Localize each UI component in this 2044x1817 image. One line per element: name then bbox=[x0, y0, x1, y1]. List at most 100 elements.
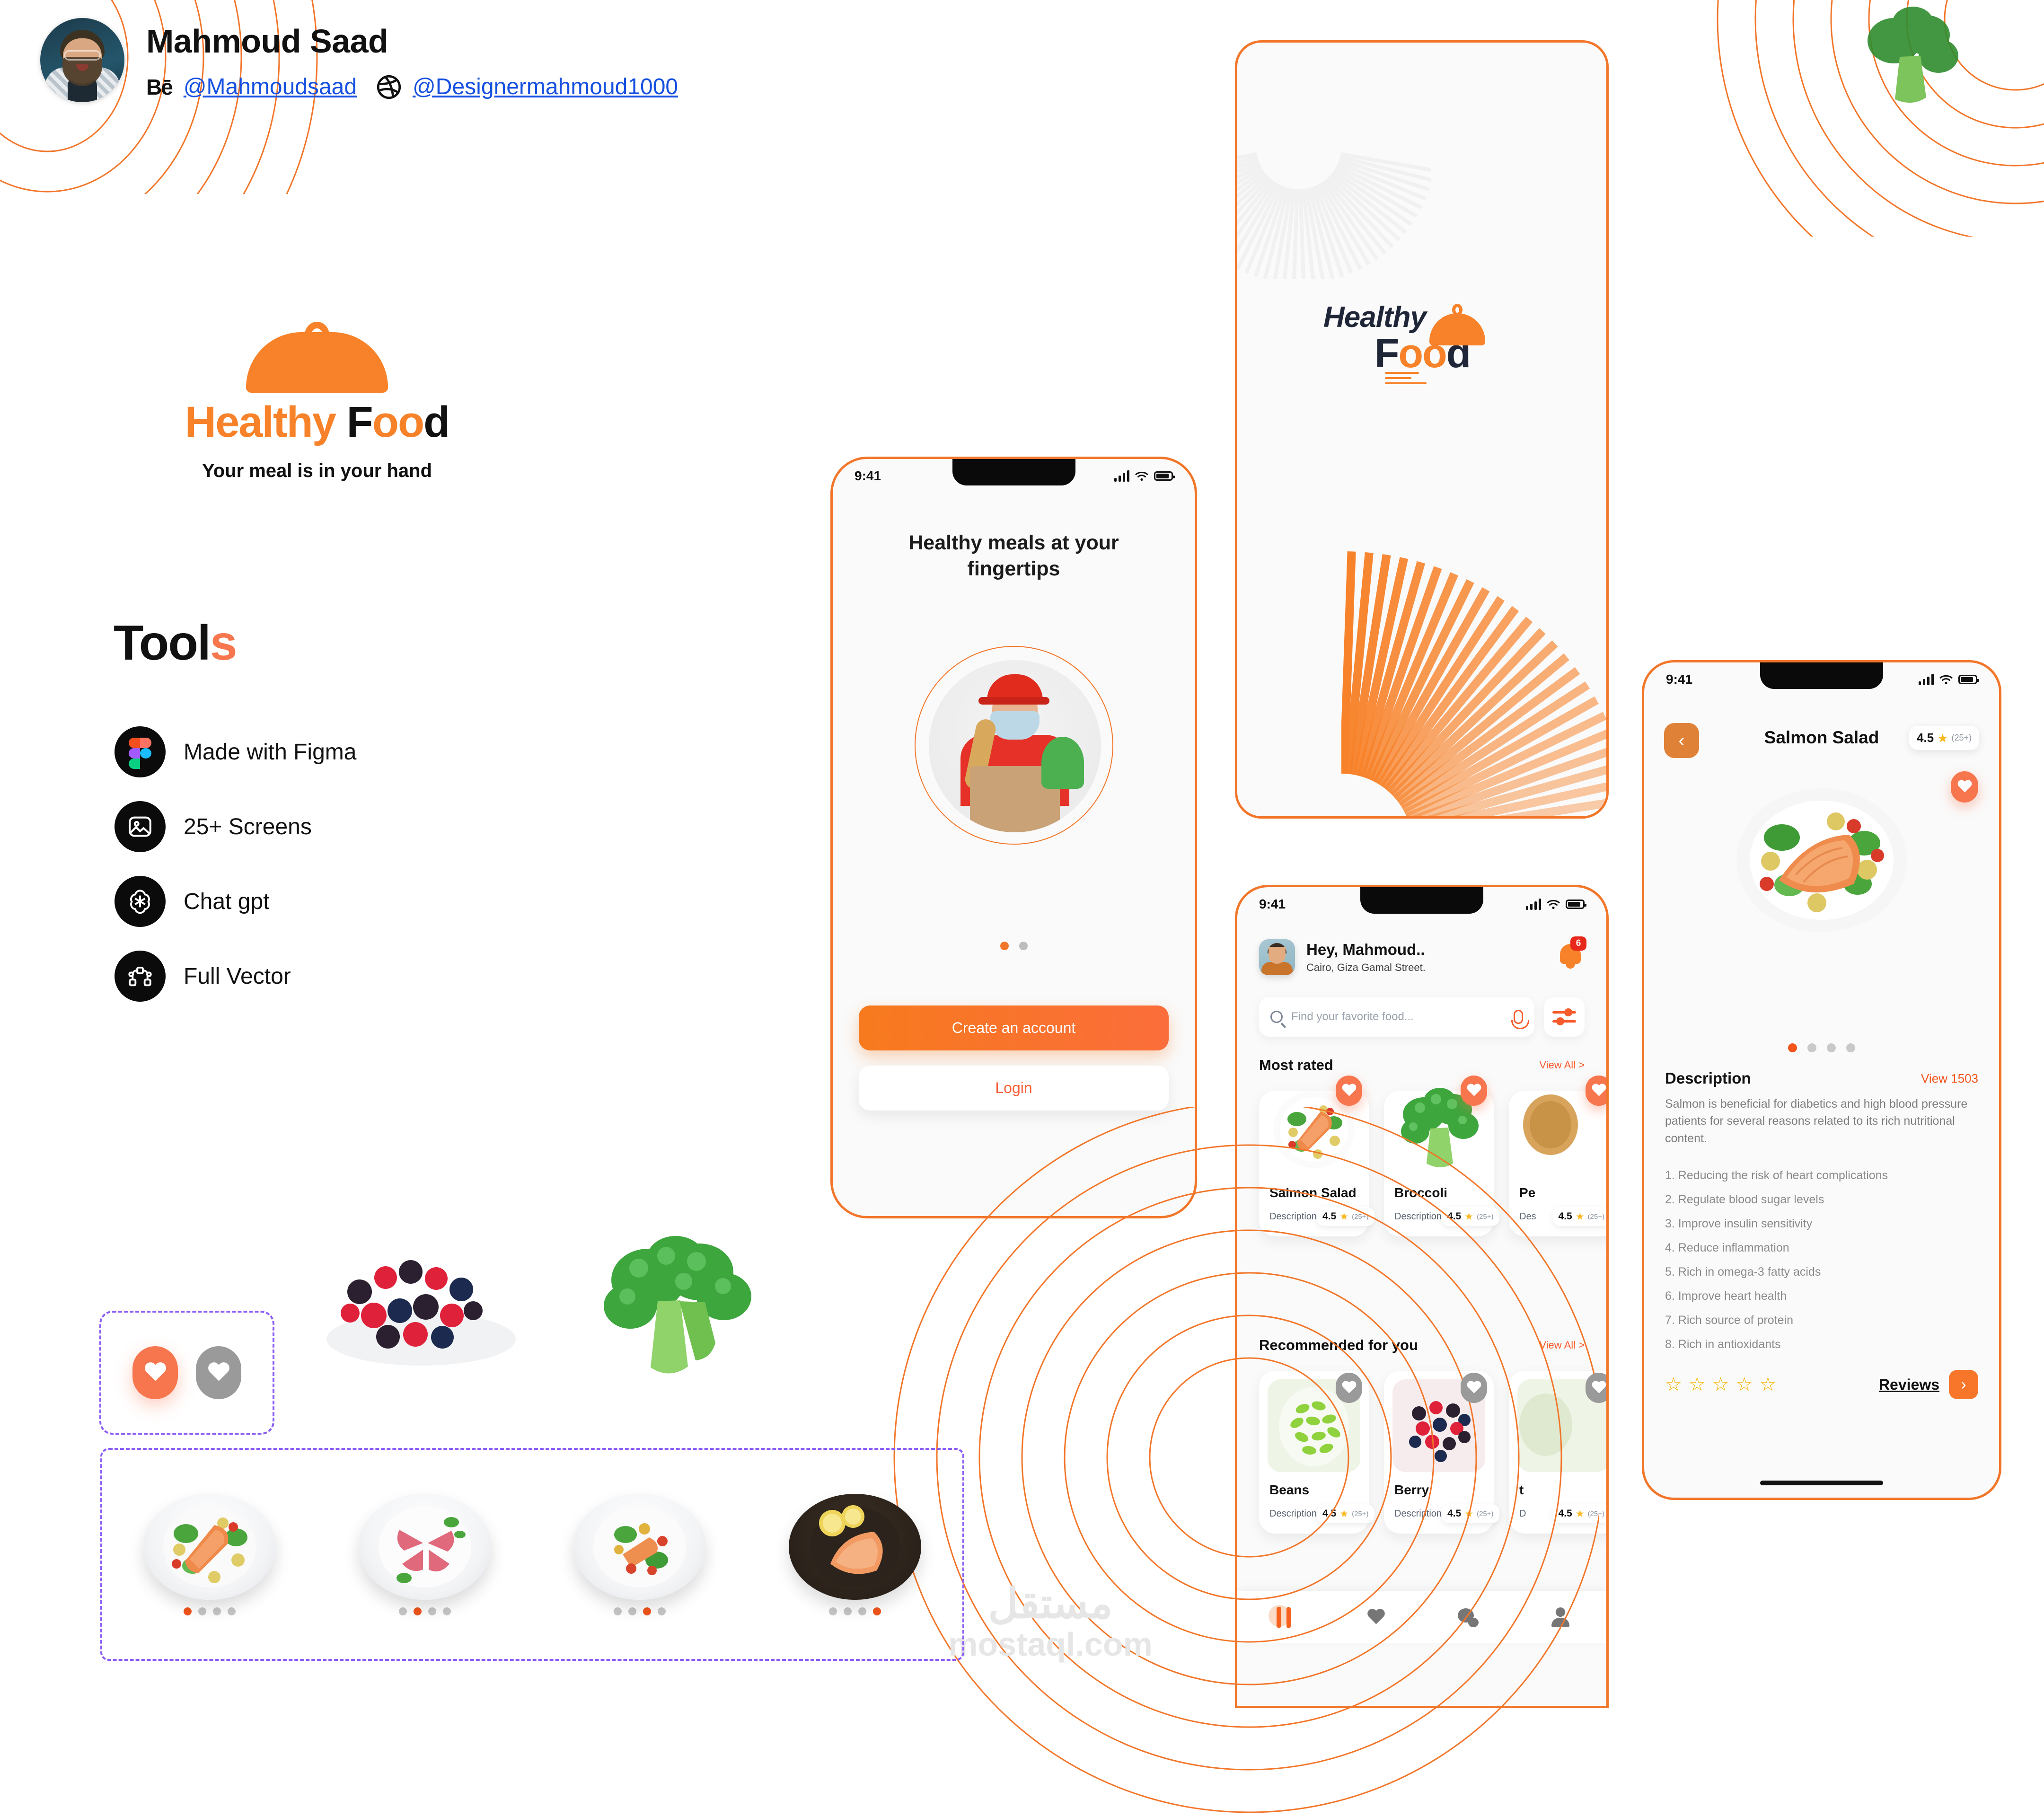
star-outline-icon[interactable]: ☆ bbox=[1665, 1374, 1682, 1395]
onboarding-illustration-ring bbox=[914, 646, 1113, 845]
search-input[interactable]: Find your favorite food... bbox=[1259, 997, 1534, 1037]
filter-button[interactable] bbox=[1544, 997, 1585, 1037]
tool-item-vector: Full Vector bbox=[115, 939, 356, 1014]
favorite-button[interactable] bbox=[1461, 1373, 1487, 1403]
tools-heading-accent: s bbox=[210, 616, 238, 670]
benefits-list: 1. Reducing the risk of heart complicati… bbox=[1665, 1169, 1978, 1362]
dribbble-handle-link[interactable]: @Designermahmoud1000 bbox=[413, 74, 678, 100]
status-bar: 9:41 bbox=[1237, 895, 1606, 914]
filter-icon-line-bottom bbox=[1552, 1017, 1576, 1025]
decorative-rings-top-right bbox=[1717, 0, 2044, 237]
battery-icon bbox=[1958, 675, 1979, 684]
image-icon bbox=[115, 801, 166, 852]
ray-fan-decoration-orange bbox=[1341, 551, 1606, 816]
chevron-right-icon[interactable]: › bbox=[1949, 1370, 1978, 1399]
signal-icon bbox=[1114, 470, 1129, 482]
courier-illustration bbox=[928, 660, 1101, 832]
splash-logo-food: Food bbox=[1299, 304, 1545, 384]
mixed-salad-plate bbox=[573, 1493, 706, 1600]
list-item: 3. Improve insulin sensitivity bbox=[1665, 1217, 1813, 1230]
list-item: 1. Reducing the risk of heart complicati… bbox=[1665, 1169, 1888, 1182]
status-time: 9:41 bbox=[855, 468, 881, 483]
behance-handle-link[interactable]: @Mahmoudsaad bbox=[184, 74, 357, 100]
user-avatar[interactable] bbox=[1259, 939, 1295, 975]
tool-item-chatgpt: Chat gpt bbox=[115, 864, 356, 939]
notification-badge: 6 bbox=[1570, 936, 1586, 951]
list-item: 6. Improve heart health bbox=[1665, 1289, 1787, 1303]
brand-tagline: Your meal is in your hand bbox=[202, 460, 432, 481]
rating-count: (25+) bbox=[1951, 733, 1972, 742]
microphone-icon[interactable] bbox=[1511, 1010, 1529, 1029]
broccoli-decoration-top bbox=[1857, 7, 1961, 106]
tools-heading: Tools bbox=[114, 615, 238, 671]
brand-logo-block: Healthy Food Your meal is in your hand bbox=[118, 322, 516, 482]
tool-label-chatgpt: Chat gpt bbox=[184, 889, 270, 914]
create-account-button[interactable]: Create an account bbox=[859, 1006, 1169, 1050]
signal-icon bbox=[1919, 674, 1934, 685]
star-icon: ★ bbox=[1937, 731, 1948, 745]
heart-button-active[interactable] bbox=[132, 1346, 178, 1399]
section-header-most-rated: Most rated View All > bbox=[1259, 1057, 1585, 1074]
social-handles: Bē @Mahmoudsaad @Designermahmoud1000 bbox=[146, 74, 678, 100]
plate-dots-2[interactable] bbox=[347, 1607, 503, 1615]
avatar bbox=[40, 18, 124, 102]
home-indicator bbox=[1760, 1481, 1883, 1485]
star-outline-icon[interactable]: ☆ bbox=[1759, 1374, 1776, 1395]
view-count-link[interactable]: View 1503 bbox=[1921, 1071, 1978, 1086]
star-outline-icon[interactable]: ☆ bbox=[1712, 1374, 1729, 1395]
favorite-button[interactable] bbox=[1336, 1373, 1362, 1403]
address-text: Cairo, Giza Gamal Street. bbox=[1306, 961, 1426, 973]
star-rating-input[interactable]: ☆ ☆ ☆ ☆ ☆ bbox=[1665, 1374, 1776, 1395]
battery-icon bbox=[1154, 471, 1175, 481]
splash-logo-f: F bbox=[1374, 331, 1400, 376]
salmon-salad-plate bbox=[143, 1493, 276, 1600]
signal-icon bbox=[1526, 899, 1541, 910]
notification-bell-button[interactable]: 6 bbox=[1557, 936, 1586, 969]
onboarding-screen-phone: 9:41 Healthy meals at your fingertips Cr… bbox=[830, 457, 1197, 1218]
star-outline-icon[interactable]: ☆ bbox=[1689, 1374, 1706, 1395]
favorite-button[interactable] bbox=[1951, 771, 1978, 803]
search-row: Find your favorite food... bbox=[1259, 997, 1585, 1037]
vector-node-icon bbox=[115, 951, 166, 1002]
author-name: Mahmoud Saad bbox=[146, 23, 388, 60]
reviews-label[interactable]: Reviews bbox=[1879, 1376, 1939, 1394]
description-label: Description bbox=[1665, 1069, 1751, 1087]
status-bar: 9:41 bbox=[1644, 670, 1999, 689]
favorite-button[interactable] bbox=[1336, 1076, 1362, 1106]
author-header: Mahmoud Saad Bē @Mahmoudsaad @Designerma… bbox=[40, 18, 678, 102]
food-detail-screen-phone: 9:41 ‹ Salmon Salad 4.5 ★ (25+) Descript… bbox=[1642, 660, 2001, 1500]
favorite-button[interactable] bbox=[1586, 1076, 1606, 1106]
tool-label-vector: Full Vector bbox=[184, 963, 291, 989]
ray-fan-decoration-light bbox=[1237, 152, 1431, 279]
splash-screen-phone: Healthy Food bbox=[1235, 40, 1609, 819]
plate-item-salmon-salad bbox=[132, 1493, 288, 1615]
splash-logo: Healthy Food bbox=[1299, 300, 1545, 384]
cutlery-icon bbox=[1276, 1607, 1292, 1628]
plate-dots-3[interactable] bbox=[562, 1607, 718, 1615]
brand-wordmark: Healthy Food bbox=[118, 397, 516, 447]
splash-logo-healthy: Healthy bbox=[1323, 301, 1427, 334]
plate-dots-4[interactable] bbox=[777, 1607, 933, 1615]
greeting-text: Hey, Mahmoud.. bbox=[1306, 941, 1425, 959]
plate-swatch-frame bbox=[100, 1448, 964, 1661]
plate-item-tuna bbox=[347, 1493, 503, 1615]
battery-icon bbox=[1566, 900, 1586, 909]
reviews-action[interactable]: Reviews › bbox=[1879, 1370, 1978, 1399]
plate-dots-1[interactable] bbox=[132, 1607, 288, 1615]
favorite-button[interactable] bbox=[1461, 1076, 1487, 1106]
detail-carousel-dots[interactable] bbox=[1788, 1043, 1855, 1052]
decorative-rings-bottom bbox=[893, 1107, 1599, 1813]
list-item: 4. Reduce inflammation bbox=[1665, 1241, 1789, 1254]
favorite-button[interactable] bbox=[1586, 1373, 1606, 1403]
heart-button-inactive[interactable] bbox=[196, 1346, 241, 1399]
onboarding-pagination-dots[interactable] bbox=[1000, 942, 1028, 950]
speed-lines-decoration bbox=[1385, 372, 1427, 384]
view-all-most-rated[interactable]: View All > bbox=[1539, 1059, 1585, 1071]
login-button[interactable]: Login bbox=[859, 1066, 1169, 1111]
cloche-icon bbox=[246, 322, 388, 393]
brand-word-d: d bbox=[423, 398, 450, 446]
tuna-plate bbox=[358, 1493, 491, 1600]
broccoli-image bbox=[587, 1230, 762, 1386]
star-outline-icon[interactable]: ☆ bbox=[1736, 1374, 1753, 1395]
wifi-icon bbox=[1135, 471, 1148, 481]
